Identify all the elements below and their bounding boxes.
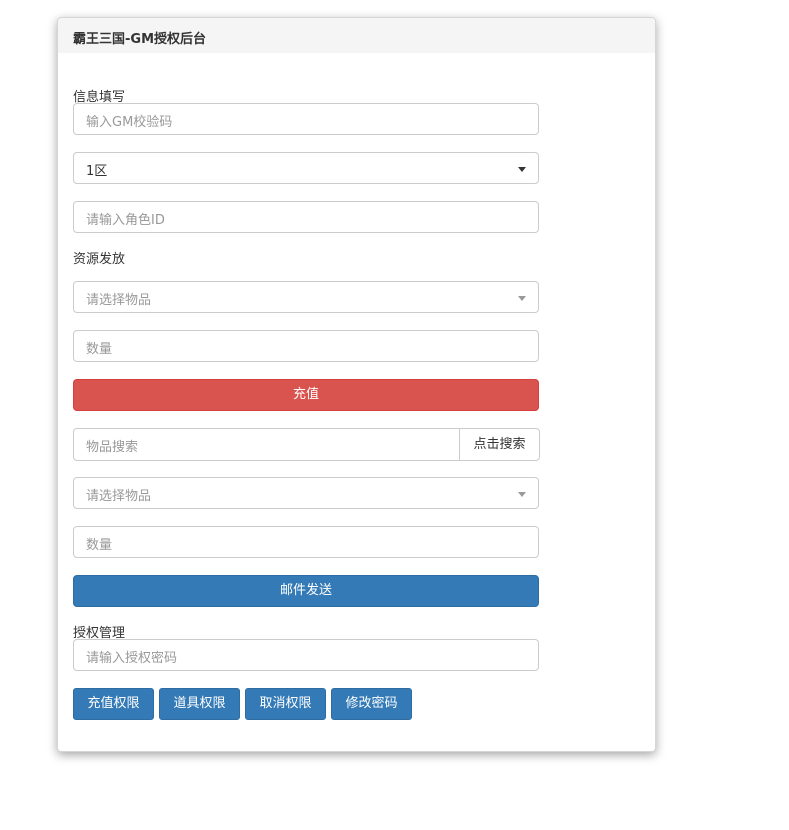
- panel-title: 霸王三国-GM授权后台: [73, 32, 207, 47]
- mail-item-placeholder: 请选择物品: [86, 489, 152, 504]
- recharge-quantity-input[interactable]: 数量: [73, 330, 539, 362]
- recharge-button[interactable]: 充值: [73, 379, 539, 411]
- auth-password-placeholder: 请输入授权密码: [86, 651, 178, 666]
- search-button[interactable]: 点击搜索: [459, 428, 540, 461]
- recharge-item-placeholder: 请选择物品: [86, 293, 152, 308]
- item-search-input[interactable]: 物品搜索: [73, 428, 460, 461]
- role-id-placeholder: 请输入角色ID: [86, 213, 165, 228]
- mail-send-button[interactable]: 邮件发送: [73, 575, 539, 607]
- resource-section-label: 资源发放: [73, 252, 126, 267]
- cancel-permission-button[interactable]: 取消权限: [245, 688, 326, 720]
- change-password-button[interactable]: 修改密码: [331, 688, 412, 720]
- mail-quantity-input[interactable]: 数量: [73, 526, 539, 558]
- panel-header: 霸王三国-GM授权后台: [58, 18, 655, 53]
- gm-panel: 霸王三国-GM授权后台 信息填写 输入GM校验码 1区 请输入角色ID 资源发放…: [57, 17, 656, 752]
- gm-code-input[interactable]: 输入GM校验码: [73, 103, 539, 135]
- item-search-placeholder: 物品搜索: [86, 440, 139, 455]
- chevron-down-icon: [518, 167, 526, 172]
- gm-code-placeholder: 输入GM校验码: [86, 115, 173, 130]
- role-id-input[interactable]: 请输入角色ID: [73, 201, 539, 233]
- chevron-down-icon: [518, 296, 526, 301]
- server-select-value: 1区: [86, 164, 108, 179]
- recharge-permission-button[interactable]: 充值权限: [73, 688, 154, 720]
- recharge-quantity-placeholder: 数量: [86, 342, 113, 357]
- item-permission-button[interactable]: 道具权限: [159, 688, 240, 720]
- auth-password-input[interactable]: 请输入授权密码: [73, 639, 539, 671]
- recharge-item-select[interactable]: 请选择物品: [73, 281, 539, 313]
- server-select[interactable]: 1区: [73, 152, 539, 184]
- chevron-down-icon: [518, 492, 526, 497]
- mail-item-select[interactable]: 请选择物品: [73, 477, 539, 509]
- mail-quantity-placeholder: 数量: [86, 538, 113, 553]
